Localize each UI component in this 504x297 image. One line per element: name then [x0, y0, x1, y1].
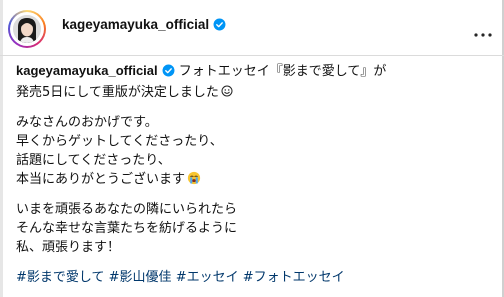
caption-text: いまを頑張るあなたの隣にいられたら: [16, 202, 238, 217]
avatar-photo: [13, 15, 41, 43]
caption-text: 発売5日にして重版が決定しました: [16, 85, 219, 100]
caption-text: そんな幸せな言葉たちを紡げるように: [16, 221, 238, 236]
caption-line: いまを頑張るあなたの隣にいられたら: [16, 200, 486, 219]
avatar[interactable]: [8, 10, 46, 48]
profile-photo-icon: [13, 15, 41, 43]
hashtag-link[interactable]: #影まで愛して: [16, 270, 105, 285]
caption-text: フォトエッセイ『影まで愛して』が: [178, 64, 387, 79]
caption-line: 発売5日にして重版が決定しました: [16, 83, 486, 102]
caption-username[interactable]: kageyamayuka_official: [16, 63, 158, 78]
crying-face-icon: [187, 171, 201, 185]
hashtag-row: #影まで愛して #影山優佳 #エッセイ #フォトエッセイ: [16, 268, 486, 287]
verified-badge-icon: [162, 64, 175, 83]
smiling-face-icon: [221, 84, 233, 97]
caption-text: 私、頑張ります！: [16, 240, 121, 255]
caption-line: みなさんのおかげです。: [16, 113, 486, 132]
caption-text: みなさんのおかげです。: [16, 115, 158, 130]
post-caption: kageyamayuka_official フォトエッセイ『影まで愛して』が 発…: [16, 61, 486, 287]
caption-line: 私、頑張ります！: [16, 238, 486, 257]
hashtag-link[interactable]: #影山優佳: [109, 270, 172, 285]
hashtag-link[interactable]: #エッセイ: [176, 270, 239, 285]
caption-text: 本当にありがとうございます: [16, 172, 186, 187]
more-options-icon[interactable]: [474, 22, 492, 41]
header-username-row: kageyamayuka_official: [62, 17, 226, 34]
caption-text: 話題にしてくださったり、: [16, 153, 171, 168]
caption-line: 早くからゲットしてくださったり、: [16, 132, 486, 151]
caption-line: 話題にしてくださったり、: [16, 151, 486, 170]
caption-line: そんな幸せな言葉たちを紡げるように: [16, 219, 486, 238]
header-username[interactable]: kageyamayuka_official: [62, 17, 209, 32]
caption-line: kageyamayuka_official フォトエッセイ『影まで愛して』が: [16, 61, 486, 83]
caption-text: 早くからゲットしてくださったり、: [16, 134, 223, 149]
post-header: kageyamayuka_official: [0, 0, 504, 56]
caption-line: 本当にありがとうございます: [16, 170, 486, 189]
verified-badge-icon: [213, 18, 226, 34]
hashtag-link[interactable]: #フォトエッセイ: [243, 270, 345, 285]
